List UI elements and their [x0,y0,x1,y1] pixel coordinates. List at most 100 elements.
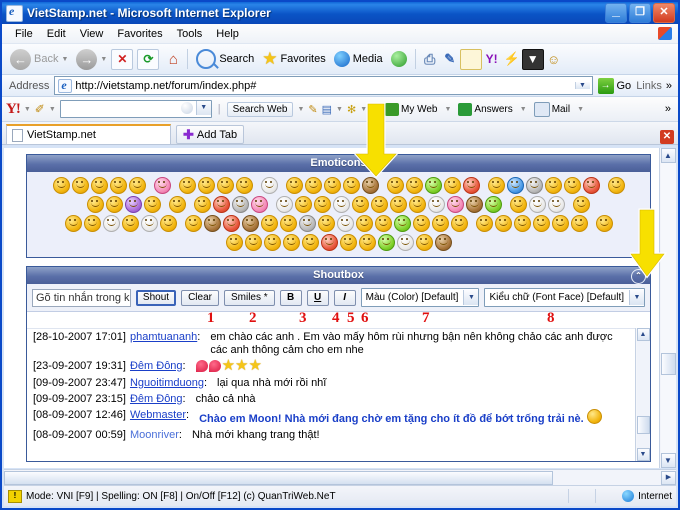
emoticon-icon[interactable] [396,234,414,251]
menu-item-edit[interactable]: Edit [40,27,73,41]
forward-dropdown-icon[interactable]: ▼ [100,56,107,63]
emoticon-icon[interactable] [336,215,354,232]
emoticon-icon[interactable] [235,177,253,194]
message-username[interactable]: Moonriver [130,429,179,442]
emoticon-icon[interactable] [390,196,407,213]
scroll-track[interactable] [636,341,650,416]
page-scrollbar-vertical[interactable]: ▲ ▼ [659,148,676,468]
emoticon-icon[interactable] [443,177,461,194]
emoticon-icon[interactable] [83,215,101,232]
emoticon-icon[interactable] [466,196,483,213]
emoticon-icon[interactable] [140,215,158,232]
answers-button[interactable]: Answers [455,102,515,117]
emoticon-icon[interactable] [169,196,186,213]
emoticon-icon[interactable] [263,234,281,251]
emoticon-icon[interactable] [178,177,196,194]
stop-button[interactable]: ✕ [111,48,134,70]
history-button[interactable] [387,46,411,72]
emoticon-icon[interactable] [144,196,161,213]
emoticon-icon[interactable] [285,177,303,194]
my-web-button[interactable]: My Web [382,102,441,117]
emoticon-icon[interactable] [276,196,293,213]
emoticon-icon[interactable] [159,215,177,232]
emoticon-icon[interactable] [121,215,139,232]
emoticon-icon[interactable] [529,196,546,213]
emoticon-icon[interactable] [506,177,524,194]
bookmarks-icon[interactable]: ▤ [322,103,332,116]
emoticon-icon[interactable] [544,177,562,194]
emoticon-icon[interactable] [194,196,211,213]
collapse-icon[interactable]: ⌃ [631,269,646,284]
emoticon-icon[interactable] [548,196,565,213]
scroll-track-lower[interactable] [636,434,650,448]
print-button[interactable]: ⎙ [420,50,440,69]
menu-item-favorites[interactable]: Favorites [110,27,169,41]
yahoo-search-input[interactable]: ▼ [59,100,212,118]
page-scroll-down-icon[interactable]: ▼ [660,453,676,468]
page-scroll-up-icon[interactable]: ▲ [660,148,676,163]
hscroll-right-icon[interactable]: ▶ [661,471,676,485]
emoticon-icon[interactable] [513,215,531,232]
underline-button[interactable]: U [306,289,329,306]
emoticon-icon[interactable] [301,234,319,251]
media-button[interactable]: Media [330,46,387,72]
mail-button[interactable]: Mail [531,101,573,118]
page-scrollbar-horizontal[interactable]: ▶ [4,469,676,486]
emoticon-icon[interactable] [595,215,613,232]
address-input[interactable]: http://vietstamp.net/forum/index.php# ▼ [54,76,593,95]
emoticon-icon[interactable] [282,234,300,251]
address-overflow-icon[interactable]: » [666,80,672,92]
answers-dropdown-icon[interactable]: ▼ [520,106,527,113]
emoticon-icon[interactable] [386,177,404,194]
message-username[interactable]: Đêm Đông [130,360,183,373]
emoticon-icon[interactable] [304,177,322,194]
emoticon-icon[interactable] [52,177,70,194]
emoticon-icon[interactable] [260,177,278,194]
emoticon-icon[interactable] [409,196,426,213]
favorites-button[interactable]: ★ Favorites [258,46,330,72]
go-button[interactable]: → Go [597,77,631,94]
menu-item-help[interactable]: Help [209,27,246,41]
emoticon-icon[interactable] [279,215,297,232]
emoticon-icon[interactable] [361,177,379,194]
message-username[interactable]: Đêm Đông [130,393,183,406]
search-web-dropdown-icon[interactable]: ▼ [297,106,304,113]
smiles-button[interactable]: Smiles * [223,289,275,306]
close-tab-button[interactable]: ✕ [660,130,674,144]
emoticon-icon[interactable] [447,196,464,213]
emoticon-icon[interactable] [412,215,430,232]
emoticon-icon[interactable] [371,196,388,213]
emoticon-icon[interactable] [573,196,590,213]
message-username[interactable]: Nguoitimduong [130,377,204,390]
emoticon-icon[interactable] [320,234,338,251]
emoticon-icon[interactable] [125,196,142,213]
emoticon-icon[interactable] [374,215,392,232]
emoticon-icon[interactable] [563,177,581,194]
emoticon-icon[interactable] [71,177,89,194]
search-web-button[interactable]: Search Web [226,101,294,117]
download-button[interactable]: ▼ [521,48,544,70]
emoticon-icon[interactable] [393,215,411,232]
pencil-dropdown-icon[interactable]: ▼ [49,106,56,113]
yahoo-search-dropdown-icon[interactable]: ▼ [195,101,211,115]
shoutbox-scrollbar[interactable]: ▲ ▼ [635,328,650,461]
emoticon-icon[interactable] [225,234,243,251]
shout-button[interactable]: Shout [135,289,177,306]
antispy-icon[interactable]: ✻ [347,103,356,116]
emoticon-icon[interactable] [355,215,373,232]
bookmarks-dropdown-icon[interactable]: ▼ [336,106,343,113]
yahoo-toolbar-button[interactable]: Y! [482,50,502,69]
maximize-button[interactable]: ❐ [629,3,651,23]
clear-button[interactable]: Clear [181,289,219,306]
color-select[interactable]: Màu (Color) [Default] ▼ [360,288,480,307]
home-button[interactable]: ⌂ [163,50,183,69]
emoticon-icon[interactable] [352,196,369,213]
emoticon-icon[interactable] [582,177,600,194]
page-scroll-thumb[interactable] [660,353,676,375]
emoticon-icon[interactable] [607,177,625,194]
emoticon-icon[interactable] [298,215,316,232]
minimize-button[interactable]: _ [605,3,627,23]
emoticon-icon[interactable] [434,234,452,251]
emoticon-icon[interactable] [475,215,493,232]
page-scroll-track[interactable] [660,163,676,453]
